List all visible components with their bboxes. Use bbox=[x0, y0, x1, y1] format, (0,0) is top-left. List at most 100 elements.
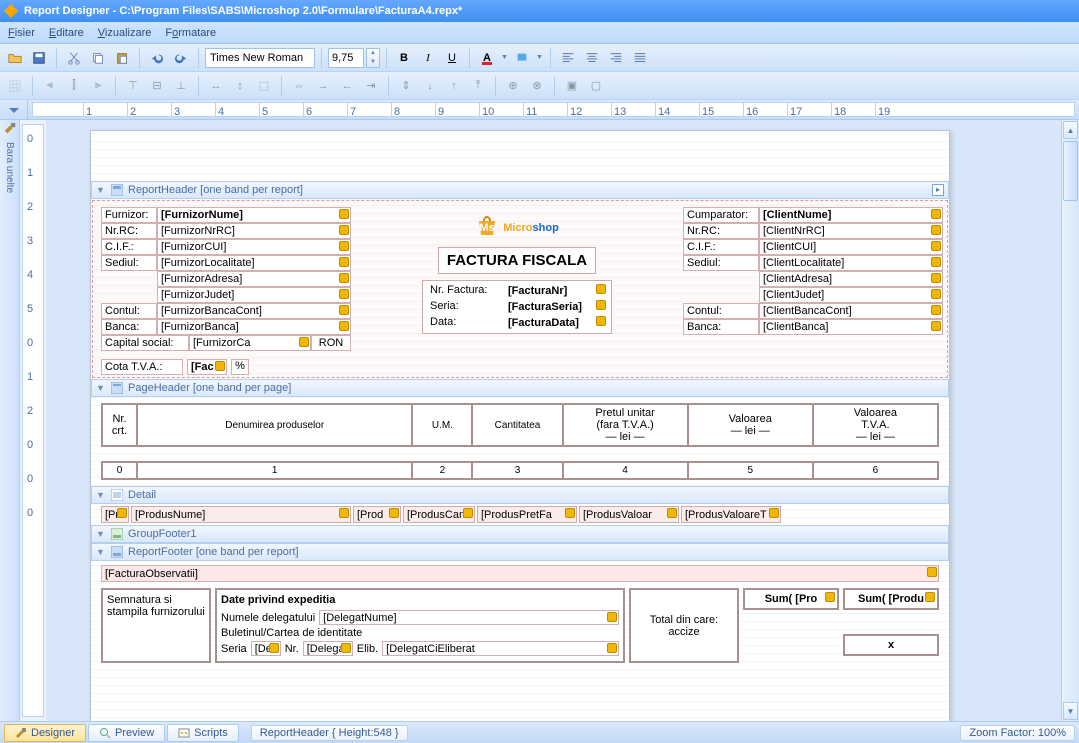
vertical-scrollbar[interactable]: ▲ ▼ bbox=[1061, 120, 1079, 721]
idx-4[interactable]: 4 bbox=[563, 462, 688, 479]
client-loc-field[interactable]: [ClientLocalitate] bbox=[759, 255, 943, 271]
collapse-arrow-icon[interactable]: ▼ bbox=[96, 529, 106, 539]
client-nume-field[interactable]: [ClientNume] bbox=[759, 207, 943, 223]
sum-val-field[interactable]: Sum( [Pro bbox=[743, 588, 839, 610]
binding-tag-icon[interactable] bbox=[596, 316, 606, 326]
total-box[interactable]: Total din care: accize bbox=[629, 588, 739, 663]
collapse-arrow-icon[interactable]: ▼ bbox=[96, 383, 106, 393]
binding-tag-icon[interactable] bbox=[339, 257, 349, 267]
binding-tag-icon[interactable] bbox=[463, 508, 473, 518]
binding-tag-icon[interactable] bbox=[607, 612, 617, 622]
cota-tva-label[interactable]: Cota T.V.A.: bbox=[101, 359, 183, 375]
sediul-label[interactable]: Sediul: bbox=[101, 255, 157, 271]
detail-pr[interactable]: [Pr bbox=[101, 506, 129, 523]
dropdown-arrow-icon[interactable]: ▼ bbox=[501, 54, 509, 61]
binding-tag-icon[interactable] bbox=[565, 508, 575, 518]
furnizor-cont-field[interactable]: [FurnizorBancaCont] bbox=[157, 303, 351, 319]
binding-tag-icon[interactable] bbox=[931, 209, 941, 219]
detail-tva[interactable]: [ProdusValoareT bbox=[681, 506, 781, 523]
binding-tag-icon[interactable] bbox=[931, 273, 941, 283]
client-sediul-label[interactable]: Sediul: bbox=[683, 255, 759, 271]
collapse-arrow-icon[interactable]: ▼ bbox=[96, 547, 106, 557]
redo-button[interactable] bbox=[170, 47, 192, 69]
binding-tag-icon[interactable] bbox=[339, 321, 349, 331]
binding-tag-icon[interactable] bbox=[596, 300, 606, 310]
save-button[interactable] bbox=[28, 47, 50, 69]
detail-nume[interactable]: [ProdusNume] bbox=[131, 506, 351, 523]
vertical-ruler[interactable]: 012345012000 bbox=[22, 124, 44, 717]
open-button[interactable] bbox=[4, 47, 26, 69]
align-center-button[interactable] bbox=[581, 47, 603, 69]
binding-tag-icon[interactable] bbox=[339, 241, 349, 251]
cut-button[interactable] bbox=[63, 47, 85, 69]
binding-tag-icon[interactable] bbox=[825, 592, 835, 602]
binding-tag-icon[interactable] bbox=[927, 567, 937, 577]
binding-tag-icon[interactable] bbox=[339, 508, 349, 518]
band-header-detail[interactable]: ▼ Detail bbox=[91, 486, 949, 504]
binding-tag-icon[interactable] bbox=[931, 225, 941, 235]
idx-1[interactable]: 1 bbox=[137, 462, 412, 479]
binding-tag-icon[interactable] bbox=[341, 643, 351, 653]
binding-tag-icon[interactable] bbox=[339, 209, 349, 219]
furnizor-judet-field[interactable]: [FurnizorJudet] bbox=[157, 287, 351, 303]
ci-elib-label[interactable]: Elib. bbox=[357, 643, 378, 655]
idx-2[interactable]: 2 bbox=[412, 462, 472, 479]
binding-tag-icon[interactable] bbox=[117, 508, 127, 518]
furnizor-nume-field[interactable]: [FurnizorNume] bbox=[157, 207, 351, 223]
binding-tag-icon[interactable] bbox=[607, 643, 617, 653]
dropdown-arrow-icon[interactable]: ▼ bbox=[536, 54, 544, 61]
ci-seria-label[interactable]: Seria bbox=[221, 643, 247, 655]
idx-0[interactable]: 0 bbox=[102, 462, 137, 479]
italic-button[interactable]: I bbox=[417, 47, 439, 69]
furnizor-capital-field[interactable]: [FurnizorCa bbox=[189, 335, 311, 351]
contul-label[interactable]: Contul: bbox=[101, 303, 157, 319]
delegat-label[interactable]: Numele delegatului bbox=[221, 612, 315, 624]
undo-button[interactable] bbox=[146, 47, 168, 69]
binding-tag-icon[interactable] bbox=[769, 508, 779, 518]
ci-nr-label[interactable]: Nr. bbox=[285, 643, 299, 655]
scroll-thumb[interactable] bbox=[1063, 141, 1078, 201]
seria-label[interactable]: Seria: bbox=[427, 299, 505, 315]
nrrc-label[interactable]: Nr.RC: bbox=[101, 223, 157, 239]
binding-tag-icon[interactable] bbox=[339, 273, 349, 283]
binding-tag-icon[interactable] bbox=[339, 225, 349, 235]
factura-seria-field[interactable]: [FacturaSeria] bbox=[505, 299, 607, 315]
client-nrrc-field[interactable]: [ClientNrRC] bbox=[759, 223, 943, 239]
binding-tag-icon[interactable] bbox=[931, 257, 941, 267]
client-cont-field[interactable]: [ClientBancaCont] bbox=[759, 303, 943, 319]
status-zoom[interactable]: Zoom Factor: 100% bbox=[960, 725, 1075, 741]
furnizor-loc-field[interactable]: [FurnizorLocalitate] bbox=[157, 255, 351, 271]
binding-tag-icon[interactable] bbox=[931, 305, 941, 315]
col-tva[interactable]: Valoarea T.V.A. — lei — bbox=[813, 404, 938, 446]
observatii-field[interactable]: [FacturaObservatii] bbox=[101, 565, 939, 582]
horizontal-ruler[interactable]: 12345678910111213141516171819 bbox=[32, 102, 1075, 117]
align-left-button[interactable] bbox=[557, 47, 579, 69]
binding-tag-icon[interactable] bbox=[339, 289, 349, 299]
tab-preview[interactable]: Preview bbox=[88, 724, 165, 742]
furnizor-adresa-field[interactable]: [FurnizorAdresa] bbox=[157, 271, 351, 287]
binding-tag-icon[interactable] bbox=[667, 508, 677, 518]
invoice-info-box[interactable]: Nr. Factura:[FacturaNr] Seria:[FacturaSe… bbox=[422, 280, 612, 334]
scroll-track[interactable] bbox=[1062, 140, 1079, 701]
reportfooter-band[interactable]: [FacturaObservatii] Semnatura si stampil… bbox=[91, 565, 949, 663]
binding-tag-icon[interactable] bbox=[596, 284, 606, 294]
design-surface[interactable]: ▼ ReportHeader [one band per report] ▸ F… bbox=[46, 120, 1061, 721]
furnizor-nrrc-field[interactable]: [FurnizorNrRC] bbox=[157, 223, 351, 239]
ci-elib-field[interactable]: [DelegatCiEliberat bbox=[382, 641, 619, 656]
cota-tva-field[interactable]: [Fac bbox=[187, 359, 227, 375]
factura-nr-field[interactable]: [FacturaNr] bbox=[505, 283, 607, 299]
col-val[interactable]: Valoarea — lei — bbox=[688, 404, 813, 446]
detail-band[interactable]: [Pr [ProdusNume] [Prod [ProdusCan [Produ… bbox=[91, 506, 949, 523]
collapse-arrow-icon[interactable]: ▼ bbox=[96, 185, 106, 195]
binding-tag-icon[interactable] bbox=[389, 508, 399, 518]
invoice-title[interactable]: FACTURA FISCALA bbox=[438, 247, 596, 274]
menu-editare[interactable]: Editare bbox=[49, 27, 84, 39]
binding-tag-icon[interactable] bbox=[925, 592, 935, 602]
sum-tva-field[interactable]: Sum( [Produ bbox=[843, 588, 939, 610]
font-size-spinner[interactable]: ▲▼ bbox=[366, 48, 380, 68]
ci-nr-field[interactable]: [Delega bbox=[303, 641, 353, 656]
col-denum[interactable]: Denumirea produselor bbox=[137, 404, 412, 446]
bold-button[interactable]: B bbox=[393, 47, 415, 69]
menu-fisier[interactable]: Fisier bbox=[8, 27, 35, 39]
capital-label[interactable]: Capital social: bbox=[101, 335, 189, 351]
